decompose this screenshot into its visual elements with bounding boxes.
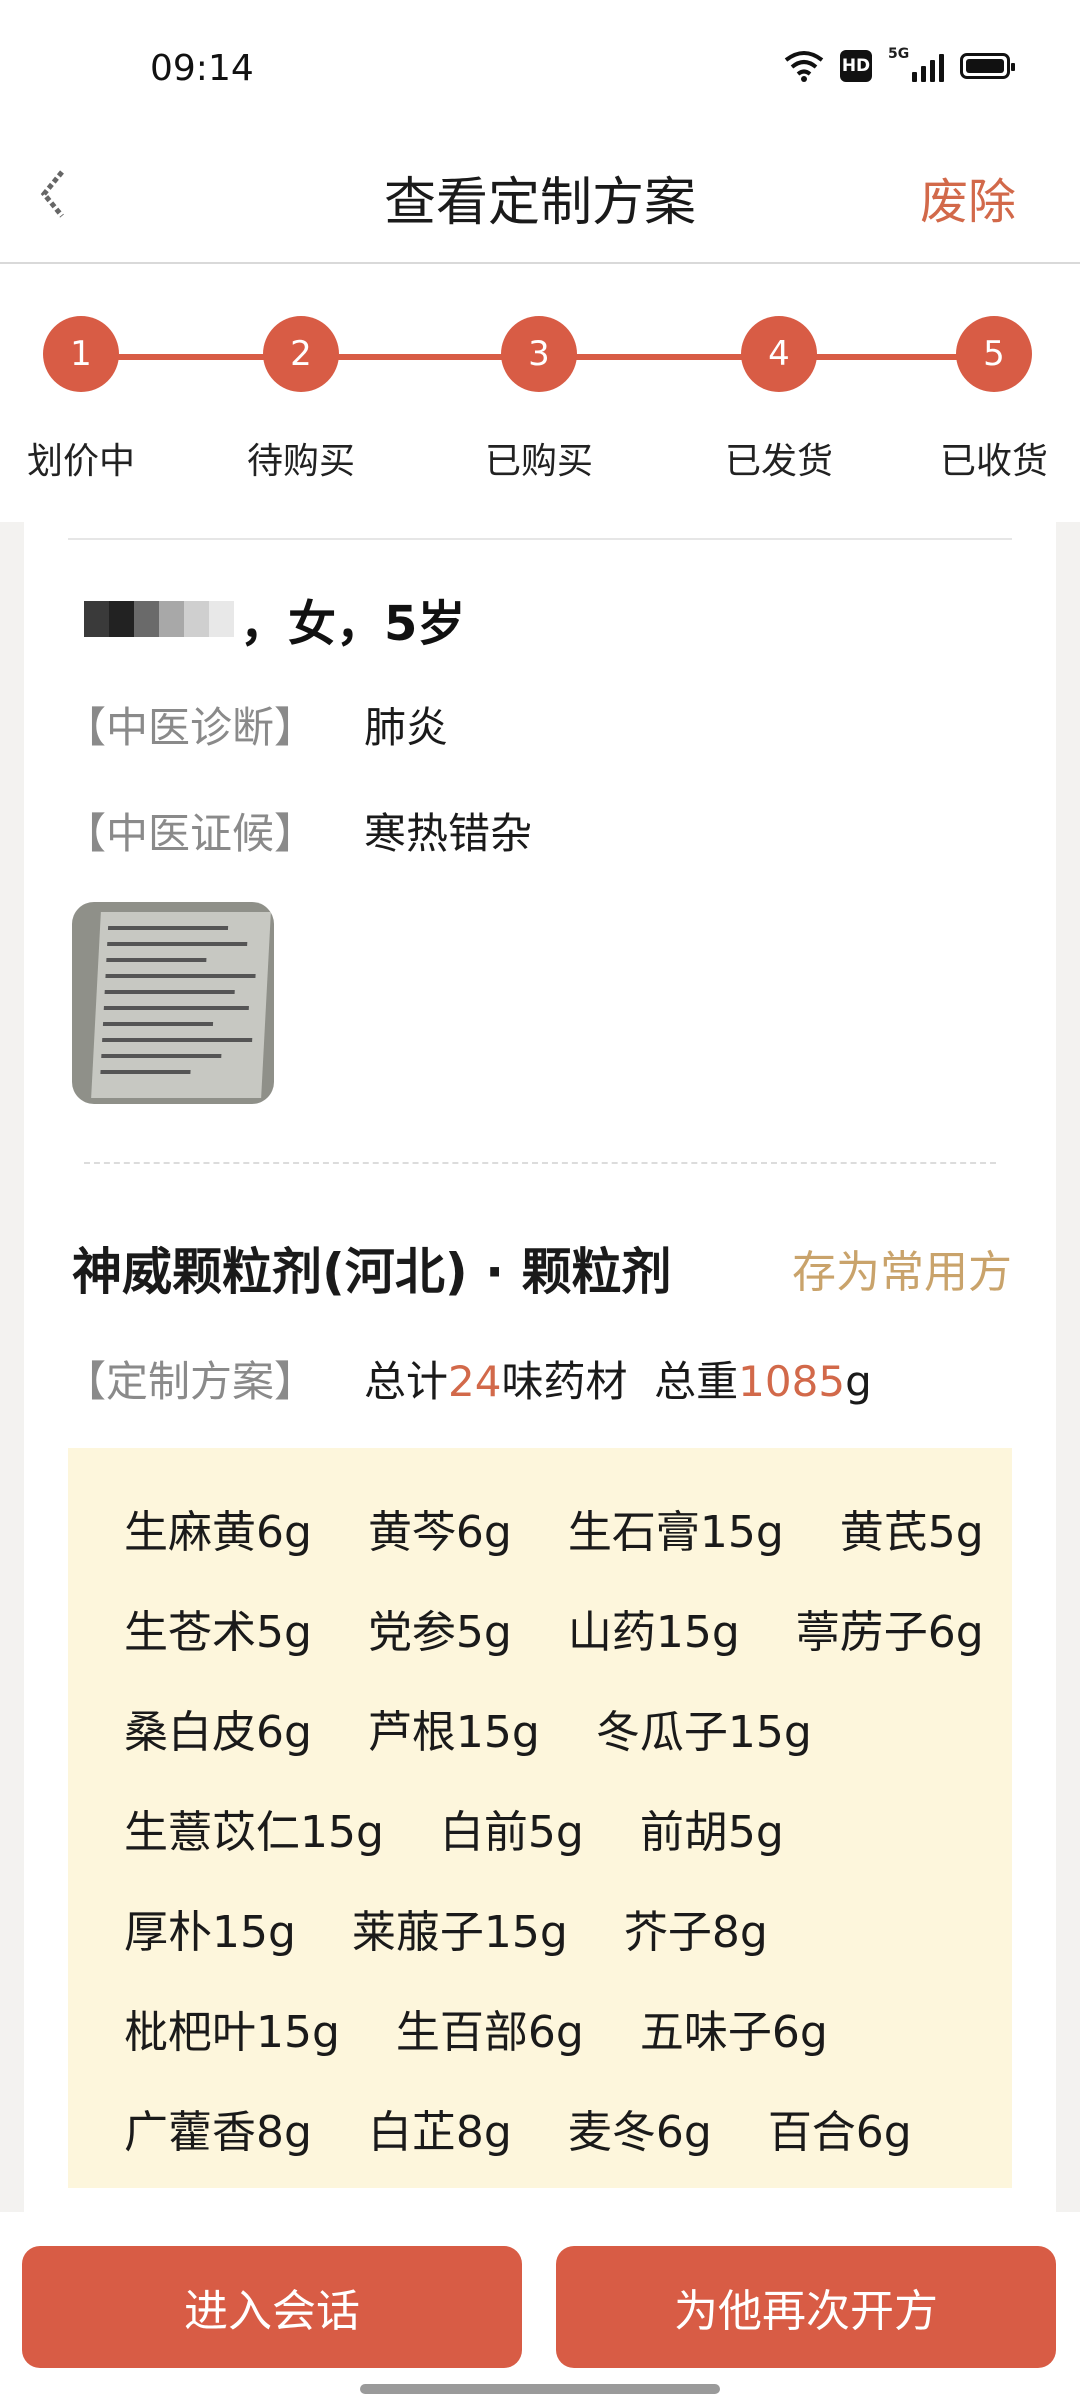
step-number: 2 bbox=[263, 316, 339, 392]
status-icons: HD 5G bbox=[784, 46, 1015, 82]
herb-item: 五味子6g bbox=[639, 2007, 828, 2058]
step-number: 5 bbox=[956, 316, 1032, 392]
blurred-patient-name bbox=[84, 601, 234, 637]
herb-item: 生百部6g bbox=[395, 2007, 584, 2058]
app-header: 查看定制方案 废除 bbox=[0, 140, 1080, 264]
page-title: 查看定制方案 bbox=[383, 173, 696, 233]
save-as-favorite-button[interactable]: 存为常用方 bbox=[792, 1236, 1012, 1300]
diagnosis-label: 【中医诊断】 bbox=[64, 703, 317, 752]
step-label: 已发货 bbox=[724, 441, 834, 482]
herb-item: 广藿香8g bbox=[124, 2107, 312, 2158]
step-5: 5 已收货 bbox=[940, 316, 1048, 482]
prescription-photo-thumbnail[interactable] bbox=[72, 902, 274, 1104]
herb-row: 生苍术5g 党参5g 山药15g 葶苈子6g bbox=[124, 1578, 1012, 1678]
network-type: 5G bbox=[888, 46, 910, 62]
step-label: 待购买 bbox=[246, 441, 356, 482]
herb-item: 白前5g bbox=[439, 1807, 584, 1858]
herb-item: 葶苈子6g bbox=[795, 1607, 984, 1658]
order-progress-stepper: 1 划价中 2 待购买 3 已购买 4 已发货 5 已收货 bbox=[0, 264, 1080, 520]
plan-total: 总计24味药材 总重1085g bbox=[364, 1357, 872, 1406]
herb-item: 白芷8g bbox=[367, 2107, 512, 2158]
herb-row: 厚朴15g 莱菔子15g 芥子8g bbox=[124, 1878, 1012, 1978]
herb-row: 生麻黄6g 黄芩6g 生石膏15g 黄芪5g bbox=[124, 1478, 1012, 1578]
herb-item: 生苍术5g bbox=[124, 1607, 312, 1658]
herb-item: 枇杷叶15g bbox=[124, 2007, 340, 2058]
herb-item: 黄芪5g bbox=[839, 1507, 984, 1558]
step-3: 3 已购买 bbox=[485, 316, 593, 482]
step-2: 2 待购买 bbox=[247, 316, 355, 482]
signal-icon: 5G bbox=[888, 46, 944, 82]
wifi-icon bbox=[784, 51, 824, 82]
home-indicator[interactable] bbox=[360, 2384, 720, 2394]
total-weight: 1085 bbox=[738, 1357, 846, 1406]
bottom-action-bar: 进入会话 为他再次开方 bbox=[0, 2212, 1080, 2400]
step-4: 4 已发货 bbox=[725, 316, 833, 482]
herb-item: 生薏苡仁15g bbox=[124, 1807, 384, 1858]
herb-row: 广藿香8g 白芷8g 麦冬6g 百合6g bbox=[124, 2078, 1012, 2178]
herb-item: 生石膏15g bbox=[567, 1507, 784, 1558]
syndrome-value: 寒热错杂 bbox=[364, 809, 533, 858]
represcribe-button[interactable]: 为他再次开方 bbox=[556, 2246, 1056, 2368]
abolish-button[interactable]: 废除 bbox=[920, 162, 1016, 232]
herb-item: 前胡5g bbox=[639, 1807, 784, 1858]
herb-item: 芥子8g bbox=[623, 1907, 768, 1958]
dashed-divider bbox=[84, 1162, 996, 1164]
herb-row: 生薏苡仁15g 白前5g 前胡5g bbox=[124, 1778, 1012, 1878]
herb-item: 党参5g bbox=[367, 1607, 512, 1658]
herb-item: 芦根15g bbox=[367, 1707, 540, 1758]
herb-item: 黄芩6g bbox=[367, 1507, 512, 1558]
herb-count: 24 bbox=[448, 1357, 502, 1406]
diagnosis-row: 【中医诊断】 肺炎 bbox=[64, 694, 448, 755]
step-label: 已收货 bbox=[939, 441, 1049, 482]
step-label: 已购买 bbox=[484, 441, 594, 482]
herb-list: 生麻黄6g 黄芩6g 生石膏15g 黄芪5g 生苍术5g 党参5g 山药15g 葶苈子6g … bbox=[68, 1448, 1012, 2188]
battery-icon bbox=[960, 53, 1015, 79]
patient-info: ，女，5岁 bbox=[84, 584, 465, 654]
herb-item: 莱菔子15g bbox=[351, 1907, 568, 1958]
enter-chat-button[interactable]: 进入会话 bbox=[22, 2246, 522, 2368]
status-time: 09:14 bbox=[150, 48, 254, 89]
herb-item: 生麻黄6g bbox=[124, 1507, 312, 1558]
herb-item: 冬瓜子15g bbox=[595, 1707, 812, 1758]
step-number: 1 bbox=[43, 316, 119, 392]
diagnosis-value: 肺炎 bbox=[364, 703, 449, 752]
herb-item: 山药15g bbox=[567, 1607, 740, 1658]
herb-item: 百合6g bbox=[767, 2107, 912, 2158]
plan-label: 【定制方案】 bbox=[64, 1357, 317, 1406]
step-number: 4 bbox=[741, 316, 817, 392]
step-label: 划价中 bbox=[26, 441, 136, 482]
herb-item: 麦冬6g bbox=[567, 2107, 712, 2158]
content-area[interactable]: ，女，5岁 【中医诊断】 肺炎 【中医证候】 寒热错杂 神威颗粒剂(河北) · … bbox=[0, 522, 1080, 2212]
prescription-card: ，女，5岁 【中医诊断】 肺炎 【中医证候】 寒热错杂 神威颗粒剂(河北) · … bbox=[24, 522, 1056, 2212]
syndrome-label: 【中医证候】 bbox=[64, 809, 317, 858]
step-number: 3 bbox=[501, 316, 577, 392]
plan-summary: 【定制方案】 总计24味药材 总重1085g bbox=[64, 1348, 872, 1409]
status-bar: 09:14 HD 5G bbox=[0, 0, 1080, 140]
divider bbox=[68, 538, 1012, 540]
patient-details: ，女，5岁 bbox=[240, 596, 466, 652]
herb-item: 厚朴15g bbox=[124, 1907, 296, 1958]
syndrome-row: 【中医证候】 寒热错杂 bbox=[64, 800, 532, 861]
herb-row: 枇杷叶15g 生百部6g 五味子6g bbox=[124, 1978, 1012, 2078]
herb-item: 桑白皮6g bbox=[124, 1707, 312, 1758]
hd-icon: HD bbox=[840, 50, 872, 82]
product-name: 神威颗粒剂(河北) · 颗粒剂 bbox=[72, 1243, 672, 1301]
herb-row: 桑白皮6g 芦根15g 冬瓜子15g bbox=[124, 1678, 1012, 1778]
step-1: 1 划价中 bbox=[27, 316, 135, 482]
